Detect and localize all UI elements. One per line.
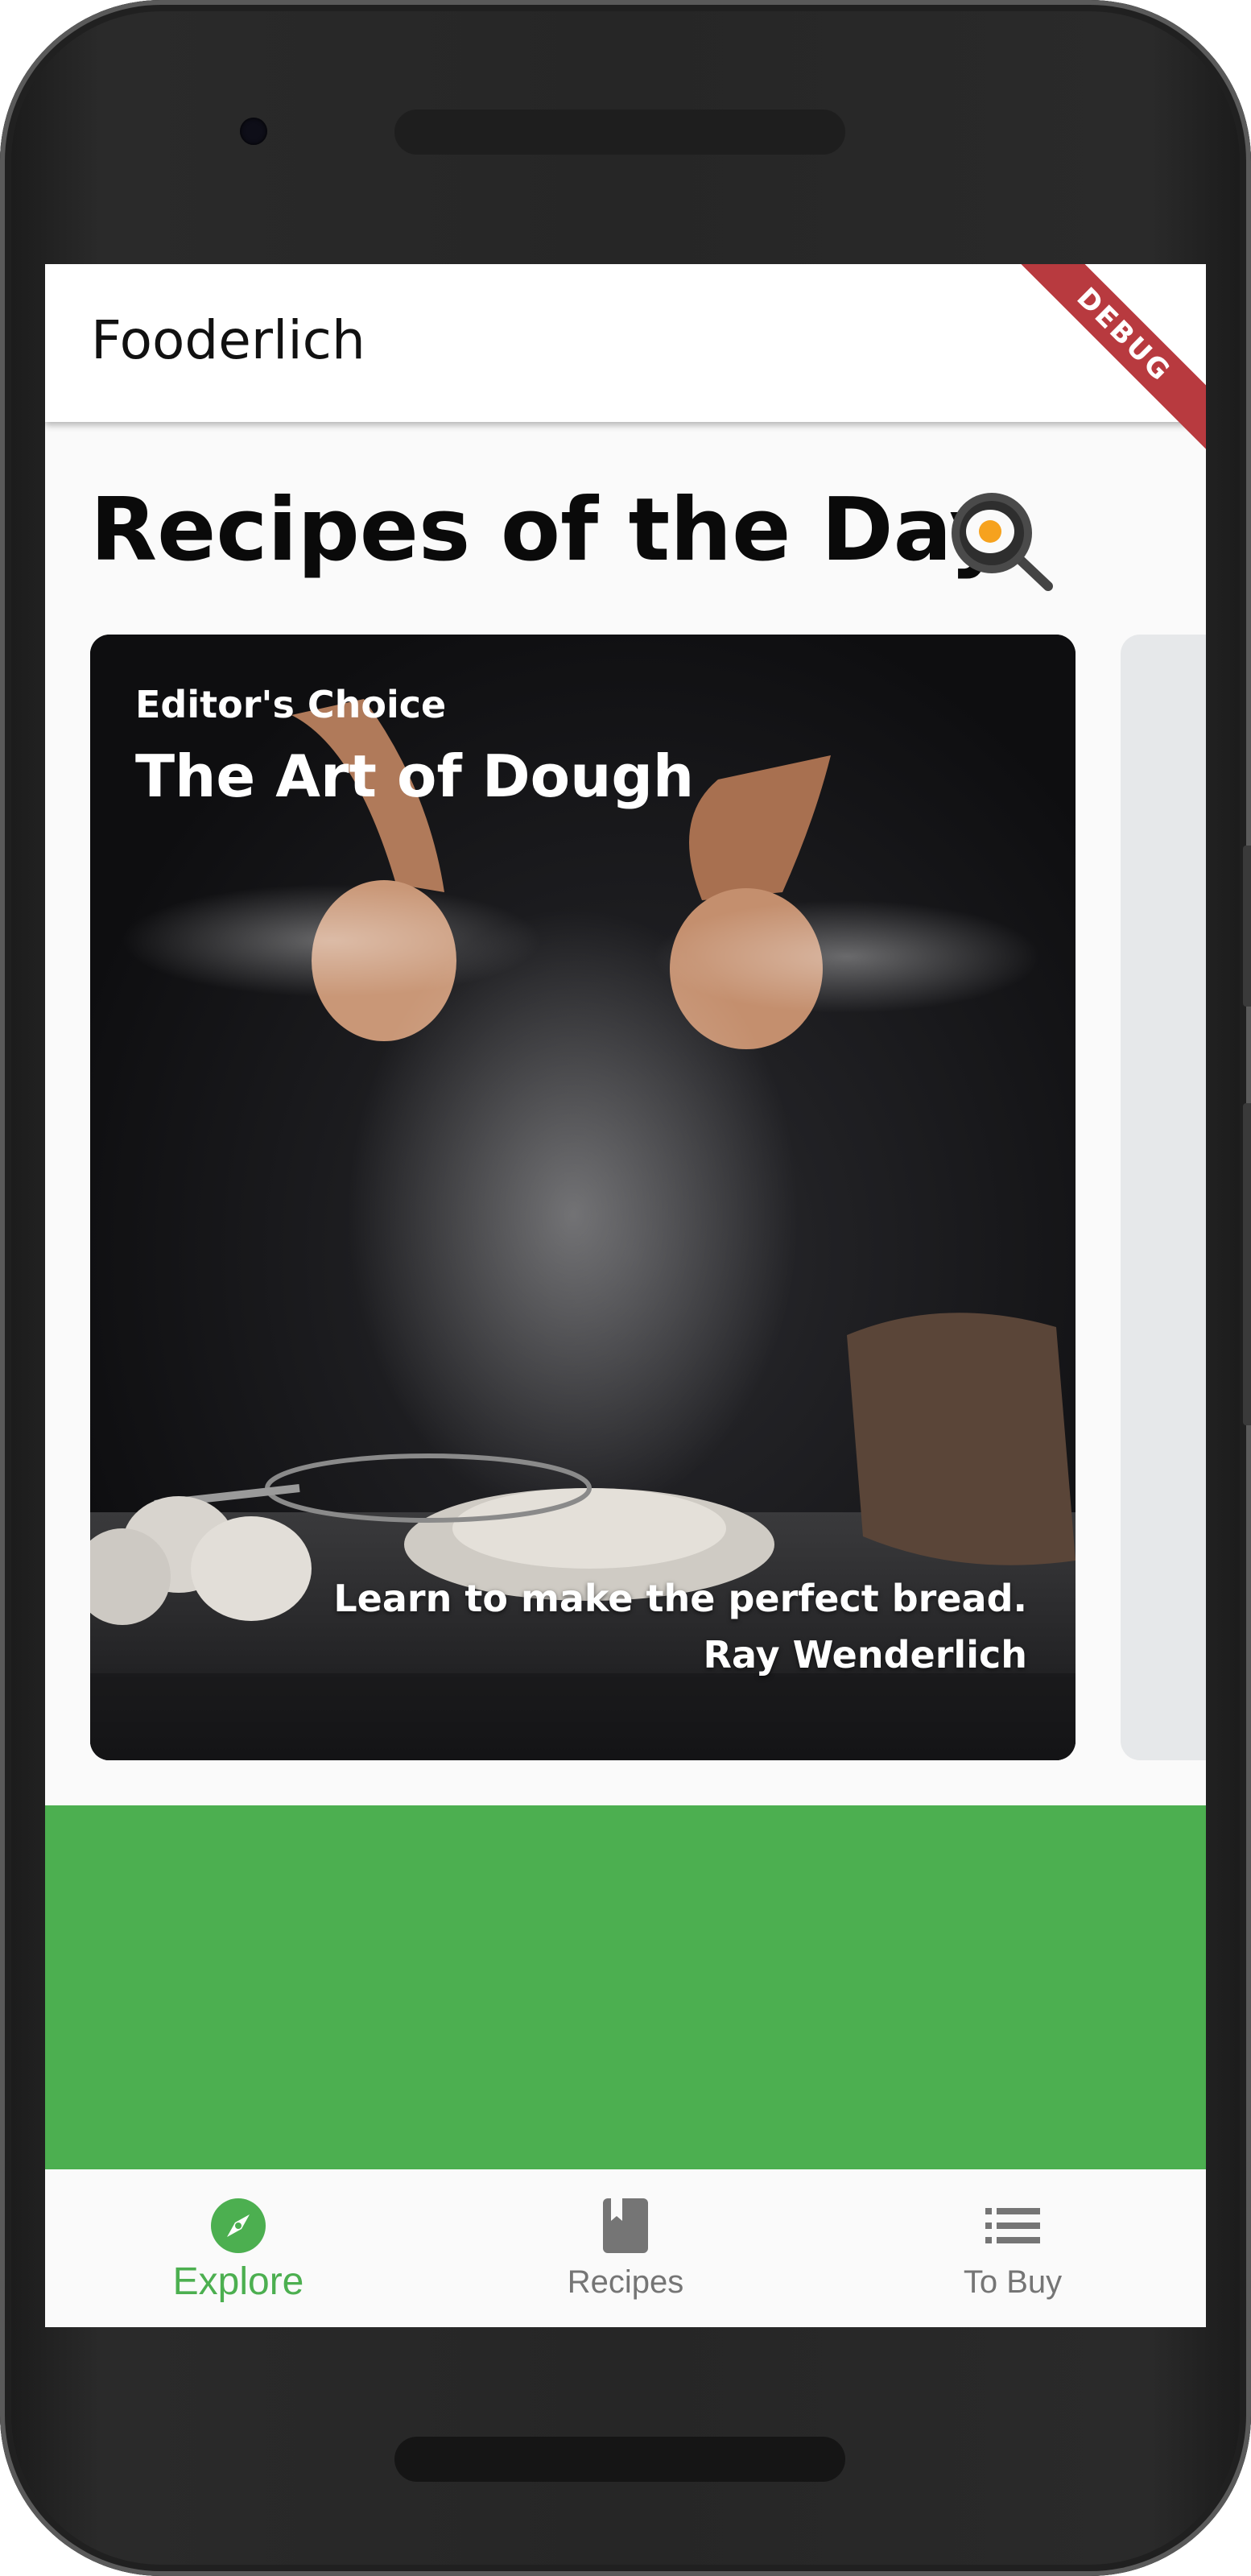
nav-label-to-buy: To Buy <box>963 2264 1063 2300</box>
section-title: Recipes of the Day <box>90 480 1006 581</box>
book-icon <box>603 2198 648 2253</box>
app-title: Fooderlich <box>91 309 365 371</box>
earpiece-speaker <box>394 110 845 155</box>
green-panel <box>45 1805 1206 2169</box>
list-icon <box>985 2208 1040 2243</box>
nav-label-recipes: Recipes <box>567 2264 684 2300</box>
power-button <box>1243 1103 1251 1425</box>
compass-icon <box>211 2198 266 2253</box>
volume-button <box>1243 846 1251 1007</box>
frying-pan-egg-icon <box>952 493 1053 591</box>
nav-item-recipes[interactable]: Recipes <box>432 2169 819 2327</box>
app-bar: Fooderlich <box>45 264 1206 422</box>
front-camera <box>240 118 267 145</box>
app-screen: Fooderlich DEBUG Recipes of the Day Edit… <box>45 264 1206 2327</box>
device-frame: Fooderlich DEBUG Recipes of the Day Edit… <box>0 0 1251 2576</box>
bottom-speaker <box>394 2437 845 2482</box>
card-description: Learn to make the perfect bread. <box>333 1577 1027 1620</box>
nav-item-to-buy[interactable]: To Buy <box>820 2169 1206 2327</box>
card-subtitle: Editor's Choice <box>135 683 447 726</box>
card-author: Ray Wenderlich <box>703 1633 1027 1677</box>
featured-recipe-card[interactable]: Editor's Choice The Art of Dough Learn t… <box>90 635 1076 1760</box>
nav-item-explore[interactable]: Explore <box>45 2169 431 2327</box>
bottom-navigation-bar: Explore Recipes To Buy <box>45 2169 1206 2327</box>
nav-label-explore: Explore <box>172 2260 304 2303</box>
next-recipe-card-peek[interactable] <box>1121 635 1206 1760</box>
card-title: The Art of Dough <box>135 742 695 810</box>
